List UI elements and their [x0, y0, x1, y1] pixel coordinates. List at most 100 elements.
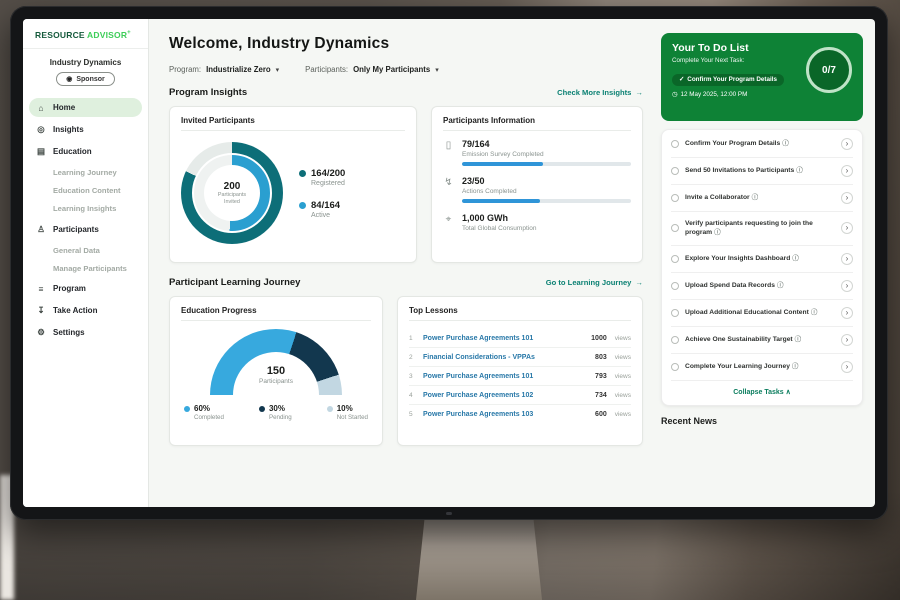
sidebar-item-general-data[interactable]: General Data: [23, 241, 148, 259]
sidebar-item-take-action[interactable]: ↧ Take Action: [29, 300, 142, 320]
progress-bar: [462, 199, 631, 203]
legend-item: 84/164 Active: [299, 200, 345, 219]
next-task-pill[interactable]: ✓ Confirm Your Program Details: [672, 74, 784, 86]
task-checkbox[interactable]: [671, 224, 679, 232]
task-checkbox[interactable]: [671, 309, 679, 317]
task-checkbox[interactable]: [671, 194, 679, 202]
lesson-views-suffix: views: [615, 335, 631, 342]
sidebar-item-education-content[interactable]: Education Content: [23, 181, 148, 199]
task-text: Verify participants requesting to join t…: [685, 220, 813, 236]
info-value: 1,000 GWh: [462, 213, 631, 223]
task-label: Explore Your Insights Dashboardⓘ: [685, 254, 835, 264]
sidebar: RESOURCE ADVISOR+ Industry Dynamics ◉ Sp…: [23, 19, 149, 507]
task-row[interactable]: Explore Your Insights Dashboardⓘ ›: [671, 246, 853, 273]
chevron-right-icon[interactable]: ›: [841, 165, 853, 177]
collapse-label: Collapse Tasks: [733, 389, 783, 396]
info-icon: ⓘ: [777, 282, 784, 289]
task-row[interactable]: Achieve One Sustainability Targetⓘ ›: [671, 327, 853, 354]
chevron-right-icon[interactable]: ›: [841, 222, 853, 234]
card-title: Education Progress: [181, 306, 371, 321]
legend-value: 10%: [337, 404, 368, 413]
legend-label: Not Started: [337, 414, 368, 421]
info-value: 79/164: [462, 139, 631, 149]
info-row: ↯ 23/50 Actions Completed: [443, 176, 631, 203]
task-row[interactable]: Upload Additional Educational Contentⓘ ›: [671, 300, 853, 327]
collapse-tasks-link[interactable]: Collapse Tasks ∧: [671, 381, 853, 404]
sidebar-item-learning-journey[interactable]: Learning Journey: [23, 163, 148, 181]
chevron-right-icon[interactable]: ›: [841, 361, 853, 373]
sidebar-item-label: Program: [53, 284, 86, 293]
lesson-views: 734: [595, 392, 607, 399]
logo-plus: +: [127, 30, 131, 36]
link-label: Go to Learning Journey: [546, 278, 632, 287]
task-label: Achieve One Sustainability Targetⓘ: [685, 335, 835, 345]
task-row[interactable]: Invite a Collaboratorⓘ ›: [671, 185, 853, 212]
task-label: Upload Spend Data Recordsⓘ: [685, 281, 835, 291]
chevron-right-icon[interactable]: ›: [841, 307, 853, 319]
learning-journey-header: Participant Learning Journey Go to Learn…: [169, 277, 643, 288]
lesson-link[interactable]: Financial Considerations - VPPAs: [423, 354, 589, 361]
check-more-insights-link[interactable]: Check More Insights →: [557, 88, 643, 97]
lesson-link[interactable]: Power Purchase Agreements 102: [423, 392, 589, 399]
logo-advisor: ADVISOR: [87, 30, 127, 40]
chevron-right-icon[interactable]: ›: [841, 280, 853, 292]
program-insights-header: Program Insights Check More Insights →: [169, 87, 643, 98]
education-progress-card: Education Progress 150 Participants 60%: [169, 296, 383, 446]
task-row[interactable]: Complete Your Learning Journeyⓘ ›: [671, 354, 853, 381]
task-row[interactable]: Confirm Your Program Detailsⓘ ›: [671, 131, 853, 158]
task-list-card: Confirm Your Program Detailsⓘ › Send 50 …: [661, 129, 863, 406]
info-icon: ⓘ: [795, 336, 802, 343]
participants-filter[interactable]: Participants: Only My Participants ▾: [305, 65, 439, 74]
legend-item: 164/200 Registered: [299, 168, 345, 187]
main-content: Welcome, Industry Dynamics Program: Indu…: [149, 19, 659, 507]
lesson-link[interactable]: Power Purchase Agreements 101: [423, 335, 585, 342]
sidebar-item-settings[interactable]: ⚙ Settings: [29, 322, 142, 342]
location-icon: ⌖: [443, 214, 454, 236]
legend-label: Active: [311, 212, 340, 219]
task-checkbox[interactable]: [671, 282, 679, 290]
program-filter-value: Industrialize Zero: [206, 65, 271, 74]
lesson-link[interactable]: Power Purchase Agreements 103: [423, 411, 589, 418]
task-label: Invite a Collaboratorⓘ: [685, 193, 835, 203]
task-row[interactable]: Upload Spend Data Recordsⓘ ›: [671, 273, 853, 300]
todo-summary-card: Your To Do List Complete Your Next Task:…: [661, 33, 863, 121]
sidebar-item-learning-insights[interactable]: Learning Insights: [23, 199, 148, 217]
chevron-right-icon[interactable]: ›: [841, 138, 853, 150]
info-icon: ⓘ: [792, 255, 799, 262]
donut-legend: 164/200 Registered 84/164 Active: [299, 168, 345, 219]
sidebar-item-insights[interactable]: ◎ Insights: [29, 119, 142, 139]
info-icon: ⓘ: [752, 194, 759, 201]
invited-donut-outer: 200 Participants Invited: [181, 142, 283, 244]
info-label: Total Global Consumption: [462, 225, 631, 232]
task-checkbox[interactable]: [671, 140, 679, 148]
sponsor-badge[interactable]: ◉ Sponsor: [56, 72, 115, 86]
sidebar-item-manage-participants[interactable]: Manage Participants: [23, 259, 148, 277]
task-label: Confirm Your Program Detailsⓘ: [685, 139, 835, 149]
program-filter[interactable]: Program: Industrialize Zero ▾: [169, 65, 279, 74]
task-checkbox[interactable]: [671, 336, 679, 344]
chevron-right-icon[interactable]: ›: [841, 192, 853, 204]
sidebar-nav: ⌂ Home ◎ Insights ▤ Education Learning J…: [23, 93, 148, 347]
org-name: Industry Dynamics: [27, 58, 144, 67]
sidebar-item-home[interactable]: ⌂ Home: [29, 98, 142, 117]
go-to-learning-journey-link[interactable]: Go to Learning Journey →: [546, 278, 643, 287]
legend-label: Registered: [311, 180, 345, 187]
sidebar-item-participants[interactable]: ♙ Participants: [29, 219, 142, 239]
sidebar-item-program[interactable]: ≡ Program: [29, 279, 142, 298]
task-checkbox[interactable]: [671, 255, 679, 263]
lesson-views-suffix: views: [615, 373, 631, 380]
chevron-right-icon[interactable]: ›: [841, 334, 853, 346]
chevron-right-icon[interactable]: ›: [841, 253, 853, 265]
sidebar-item-education[interactable]: ▤ Education: [29, 141, 142, 161]
legend-label: Pending: [269, 414, 292, 421]
donut-center: 200 Participants Invited: [204, 165, 260, 221]
task-checkbox[interactable]: [671, 363, 679, 371]
task-row[interactable]: Send 50 Invitations to Participantsⓘ ›: [671, 158, 853, 185]
task-checkbox[interactable]: [671, 167, 679, 175]
legend-dot: [299, 202, 306, 209]
task-row[interactable]: Verify participants requesting to join t…: [671, 212, 853, 246]
lesson-link[interactable]: Power Purchase Agreements 101: [423, 373, 589, 380]
invited-donut-chart: 200 Participants Invited 164/200 Regist: [181, 139, 405, 244]
legend-value: 30%: [269, 404, 292, 413]
participants-filter-value: Only My Participants: [353, 65, 430, 74]
